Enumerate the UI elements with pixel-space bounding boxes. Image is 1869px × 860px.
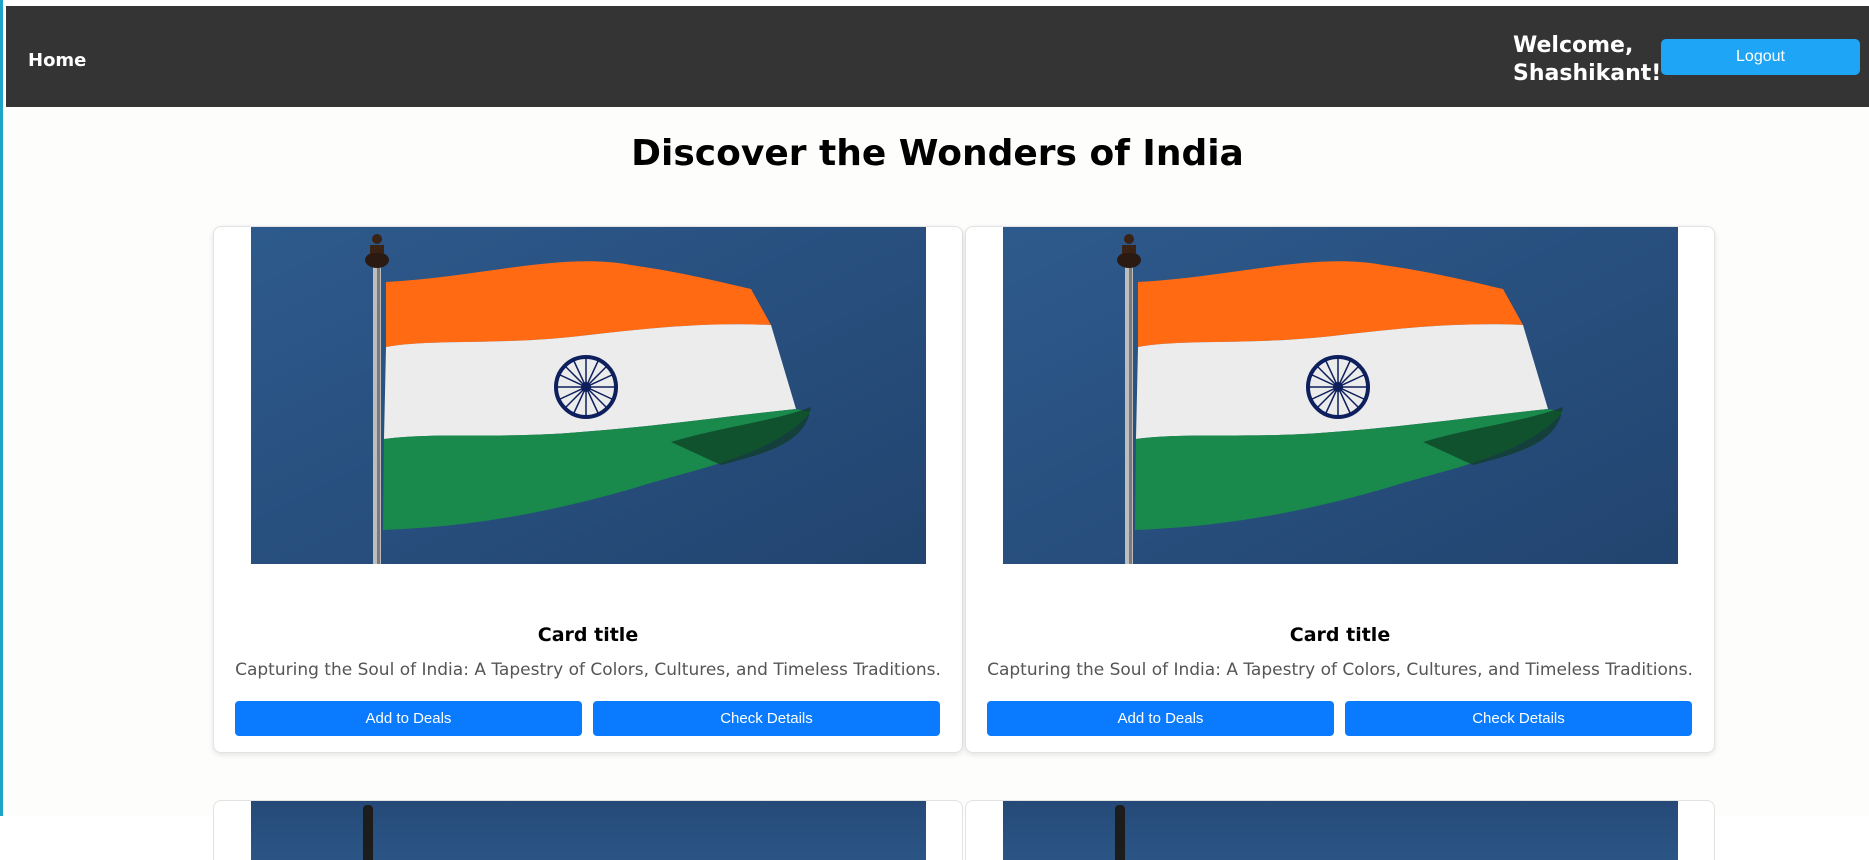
- destination-card: Card title Capturing the Soul of India: …: [965, 226, 1715, 753]
- check-details-button[interactable]: Check Details: [593, 701, 940, 736]
- top-navbar: Home Welcome, Shashikant! Logout: [6, 6, 1869, 107]
- logout-button[interactable]: Logout: [1661, 39, 1860, 75]
- indian-flag-image: [251, 227, 926, 564]
- indian-flag-image: [251, 801, 926, 860]
- card-description: Capturing the Soul of India: A Tapestry …: [235, 660, 941, 680]
- welcome-message: Welcome, Shashikant!: [1513, 33, 1662, 86]
- check-details-button[interactable]: Check Details: [1345, 701, 1692, 736]
- flag-pole: [363, 805, 373, 860]
- flag-pole: [1115, 805, 1125, 860]
- card-title: Card title: [1289, 624, 1391, 646]
- destination-card: Card title Capturing the Soul of India: …: [213, 226, 963, 753]
- indian-flag-image: [1003, 227, 1678, 564]
- browser-viewport: Home Welcome, Shashikant! Logout Discove…: [0, 0, 1869, 860]
- card-title: Card title: [537, 624, 639, 646]
- destination-card-partial: [965, 800, 1715, 860]
- destination-card-partial: [213, 800, 963, 860]
- page-title: Discover the Wonders of India: [631, 133, 1244, 174]
- indian-flag-image: [1003, 801, 1678, 860]
- add-to-deals-button[interactable]: Add to Deals: [235, 701, 582, 736]
- add-to-deals-button[interactable]: Add to Deals: [987, 701, 1334, 736]
- card-description: Capturing the Soul of India: A Tapestry …: [987, 660, 1693, 680]
- nav-home-link[interactable]: Home: [28, 50, 86, 71]
